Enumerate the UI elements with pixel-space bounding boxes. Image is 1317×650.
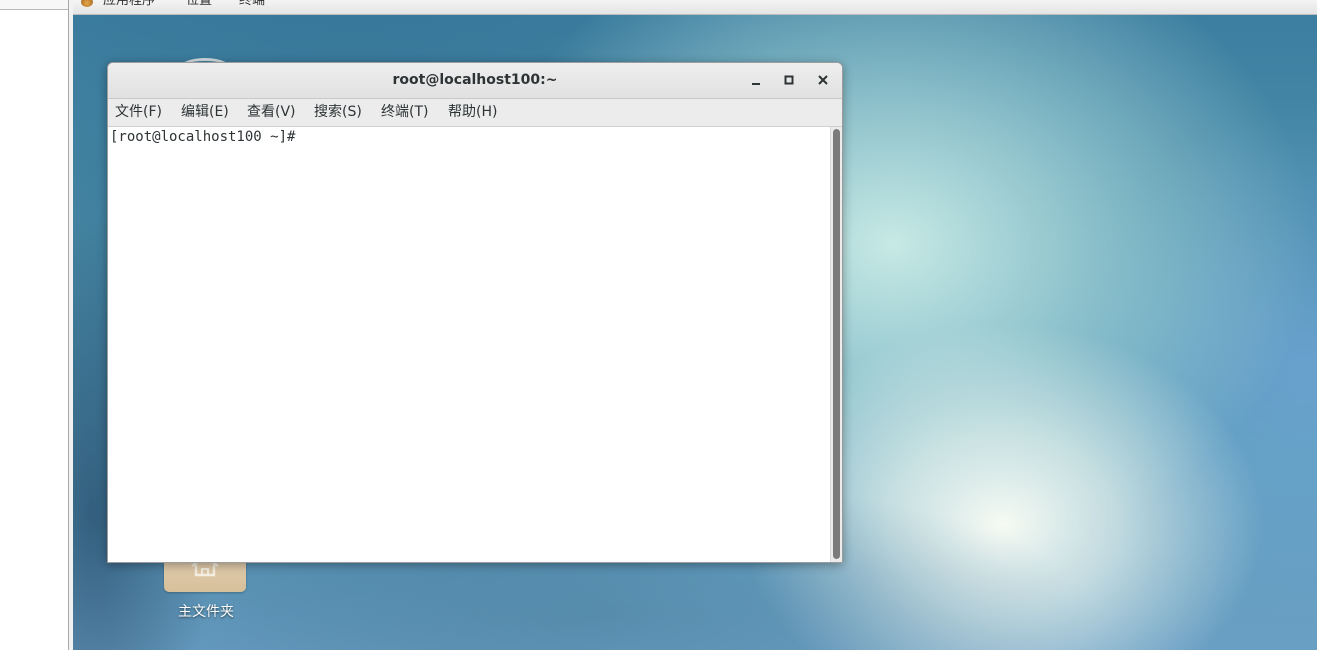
host-left-panel xyxy=(0,0,69,650)
menu-help[interactable]: 帮助(H) xyxy=(448,99,497,126)
menu-file[interactable]: 文件(F) xyxy=(115,99,162,126)
shell-prompt: [root@localhost100 ~]# xyxy=(110,129,296,145)
menu-view[interactable]: 查看(V) xyxy=(247,99,296,126)
window-title: root@localhost100:~ xyxy=(392,72,558,88)
places-menu[interactable]: 位置 xyxy=(186,0,212,9)
minimize-icon xyxy=(752,83,760,85)
menu-edit[interactable]: 编辑(E) xyxy=(181,99,229,126)
terminal-window[interactable]: root@localhost100:~ 文件(F) 编辑(E) 查看(V) 搜索… xyxy=(107,62,843,563)
close-icon xyxy=(818,75,828,85)
close-button[interactable] xyxy=(812,69,834,91)
terminal-app-menu[interactable]: 终端 xyxy=(239,0,265,9)
scrollbar-thumb[interactable] xyxy=(833,129,840,559)
maximize-button[interactable] xyxy=(778,69,800,91)
maximize-icon xyxy=(784,75,794,85)
menu-search[interactable]: 搜索(S) xyxy=(314,99,362,126)
terminal-titlebar[interactable]: root@localhost100:~ xyxy=(108,63,842,99)
minimize-button[interactable] xyxy=(745,69,767,91)
host-left-panel-header xyxy=(0,0,68,10)
gnome-top-bar: 应用程序 位置 终端 xyxy=(73,0,1317,15)
menu-terminal[interactable]: 终端(T) xyxy=(381,99,428,126)
applications-menu[interactable]: 应用程序 xyxy=(103,0,155,9)
terminal-scrollbar[interactable] xyxy=(830,127,842,562)
applications-icon[interactable] xyxy=(81,0,93,7)
terminal-output-area[interactable]: [root@localhost100 ~]# xyxy=(108,127,830,562)
terminal-menubar: 文件(F) 编辑(E) 查看(V) 搜索(S) 终端(T) 帮助(H) xyxy=(108,99,842,127)
home-folder-label[interactable]: 主文件夹 xyxy=(150,601,262,621)
